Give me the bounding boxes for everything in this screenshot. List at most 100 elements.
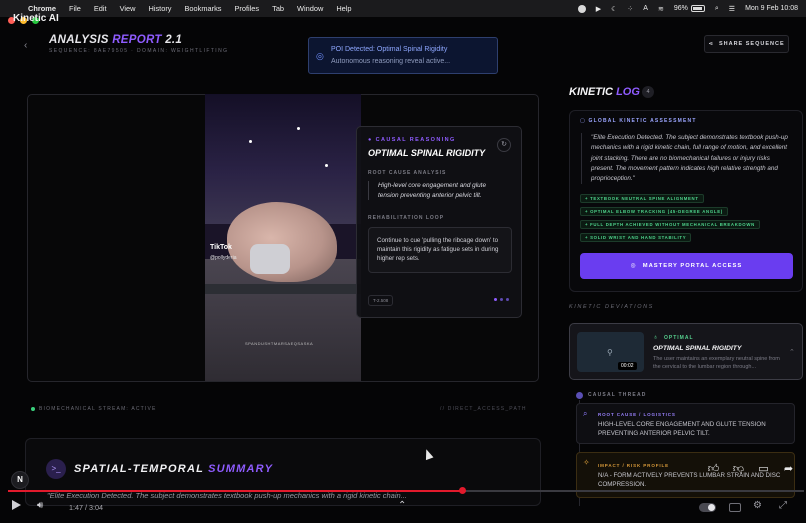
log-count-badge: 4 — [642, 86, 654, 98]
chevron-up-icon[interactable]: ⌃ — [398, 500, 406, 511]
menu-profiles[interactable]: Profiles — [234, 4, 259, 13]
play-status-icon[interactable]: ▶ — [596, 5, 601, 13]
summary-title-main: SPATIAL-TEMPORAL — [74, 463, 204, 475]
kinetic-log-title-main: KINETIC — [569, 86, 613, 98]
assessment-tag: + TEXTBOOK NEUTRAL SPINE ALIGNMENT — [580, 194, 704, 203]
status-area: ▶ ☾ ⁘ A ≋ 96% ⌕ ☰ Mon 9 Feb 10:08 — [577, 0, 798, 17]
direct-access-path: // DIRECT_ACCESS_PATH — [440, 406, 527, 412]
athlete-shorts — [250, 244, 290, 274]
deviation-description: The user maintains an exemplary neutral … — [653, 356, 780, 370]
dots-icon[interactable]: ⁘ — [627, 5, 633, 13]
time-display: 1:47 / 3:04 — [69, 503, 103, 512]
menu-tab[interactable]: Tab — [272, 4, 284, 13]
mastery-portal-button[interactable]: ◎ MASTERY PORTAL ACCESS — [580, 253, 793, 279]
share-arrow-icon[interactable]: ➦ — [780, 461, 797, 478]
share-icon: ⋖ — [708, 41, 714, 47]
assessment-tag: + SOLID WRIST AND HAND STABILITY — [580, 233, 692, 242]
keyboard-icon[interactable]: A — [643, 5, 648, 12]
ceiling-light — [325, 164, 328, 167]
thumbs-up-icon[interactable]: 👍︎ — [705, 461, 722, 478]
thread-dot-icon — [576, 392, 583, 399]
search-icon[interactable]: ⌕ — [715, 5, 719, 13]
tiktok-logo: TikTok — [210, 244, 232, 251]
video-frame[interactable]: TikTok @pollyderia SPANDUSHTMARSAEQSASKA — [205, 94, 361, 381]
wifi-icon[interactable]: ≋ — [658, 5, 664, 13]
battery-percent: 96% — [673, 5, 688, 12]
gear-icon[interactable]: ⚙ — [753, 500, 762, 511]
tiktok-username: @pollyderia — [210, 255, 237, 261]
deviation-tag: OPTIMAL — [664, 335, 694, 341]
status-icon[interactable] — [577, 4, 586, 13]
volume-icon[interactable]: 🔊︎ — [37, 500, 43, 511]
poi-title: POI Detected: Optimal Spinal Rigidity — [331, 46, 448, 53]
summary-title-accent: SUMMARY — [208, 463, 274, 475]
menu-help[interactable]: Help — [336, 4, 351, 13]
app-badge[interactable]: N — [11, 471, 29, 489]
causal-eyebrow: ● CAUSAL REASONING — [368, 137, 456, 143]
pagination-dot[interactable] — [500, 298, 503, 301]
poi-status: Autonomous reasoning reveal active... — [331, 58, 451, 65]
report-subtitle: SEQUENCE: 8AE79505 · DOMAIN: WEIGHTLIFTI… — [49, 48, 229, 54]
assessment-tag: + OPTIMAL ELBOW TRACKING (45-DEGREE ANGL… — [580, 207, 728, 216]
share-sequence-button[interactable]: ⋖ SHARE SEQUENCE — [704, 35, 789, 53]
pin-icon: ⚲ — [607, 348, 613, 357]
video-watermark: SPANDUSHTMARSAEQSASKA — [245, 341, 314, 346]
menu-app-name[interactable]: Chrome — [28, 4, 56, 13]
pagination-dot[interactable] — [506, 298, 509, 301]
portal-icon: ◎ — [630, 263, 637, 269]
causal-timestamp: T-2.508 — [368, 295, 394, 306]
refresh-icon[interactable]: ↻ — [497, 138, 511, 152]
share-label: SHARE SEQUENCE — [718, 41, 785, 47]
ceiling-light — [297, 127, 300, 130]
ceiling-light — [249, 140, 252, 143]
menu-history[interactable]: History — [149, 4, 172, 13]
radar-icon: ◎ — [316, 51, 324, 61]
deviations-label: KINETIC DEVIATIONS — [569, 304, 654, 310]
control-center-icon[interactable]: ☰ — [729, 5, 735, 13]
kinetic-log-title: KINETIC LOG — [569, 86, 640, 98]
sparkle-icon: ✧ — [583, 458, 590, 467]
deviation-title: OPTIMAL SPINAL RIGIDITY — [653, 345, 742, 352]
summary-title: SPATIAL-TEMPORAL SUMMARY — [74, 463, 273, 475]
pagination-dots[interactable] — [494, 298, 509, 301]
rehab-label: REHABILITATION LOOP — [368, 215, 445, 221]
report-title-main: ANALYSIS — [49, 34, 109, 46]
play-button[interactable] — [12, 500, 21, 510]
impact-tag: IMPACT / RISK PROFILE — [598, 463, 670, 468]
thumbs-down-icon[interactable]: 👎︎ — [730, 461, 747, 478]
report-title-accent: REPORT — [112, 34, 162, 46]
live-dot-icon — [31, 406, 35, 411]
progress-knob[interactable] — [458, 487, 466, 494]
menu-bar: Chrome File Edit View History Bookmarks … — [0, 0, 806, 17]
causal-thread-label: CAUSAL THREAD — [588, 392, 647, 398]
battery-indicator[interactable]: 96% — [674, 5, 705, 12]
menu-bookmarks[interactable]: Bookmarks — [185, 4, 222, 13]
causal-title: OPTIMAL SPINAL RIGIDITY — [368, 148, 486, 158]
root-cause-text: High-level core engagement and glute ten… — [368, 181, 508, 200]
chevron-up-icon[interactable]: ⌃ — [789, 348, 795, 356]
root-cause-tag: ROOT CAUSE / LOGISTICS — [598, 412, 676, 417]
autoplay-toggle[interactable] — [699, 503, 716, 512]
menu-view[interactable]: View — [120, 4, 136, 13]
assessment-text: "Elite Execution Detected. The subject d… — [581, 133, 794, 185]
clock[interactable]: Mon 9 Feb 10:08 — [745, 5, 798, 12]
menu-file[interactable]: File — [69, 4, 81, 13]
progress-fill — [8, 490, 462, 492]
pagination-dot[interactable] — [494, 298, 497, 301]
stream-status: BIOMECHANICAL STREAM: ACTIVE — [31, 406, 157, 412]
terminal-icon: >_ — [46, 459, 66, 479]
kinetic-log-title-accent: LOG — [616, 86, 640, 98]
back-chevron-icon[interactable]: ‹ — [24, 40, 27, 51]
fullscreen-icon[interactable]: ⤢ — [779, 500, 787, 511]
search-icon: ⌕ — [583, 409, 588, 418]
comment-icon[interactable]: ▭ — [755, 461, 772, 478]
menu-edit[interactable]: Edit — [94, 4, 107, 13]
captions-button[interactable] — [729, 503, 741, 512]
assessment-label: ▢ GLOBAL KINETIC ASSESSMENT — [580, 118, 697, 124]
rehab-text: Continue to cue 'pulling the ribcage dow… — [368, 227, 512, 273]
bulb-icon: ♁ — [653, 334, 659, 341]
moon-icon[interactable]: ☾ — [611, 5, 617, 13]
root-cause-detail: HIGH-LEVEL CORE ENGAGEMENT AND GLUTE TEN… — [598, 421, 766, 437]
report-title-version: 2.1 — [165, 34, 183, 46]
menu-window[interactable]: Window — [297, 4, 323, 13]
